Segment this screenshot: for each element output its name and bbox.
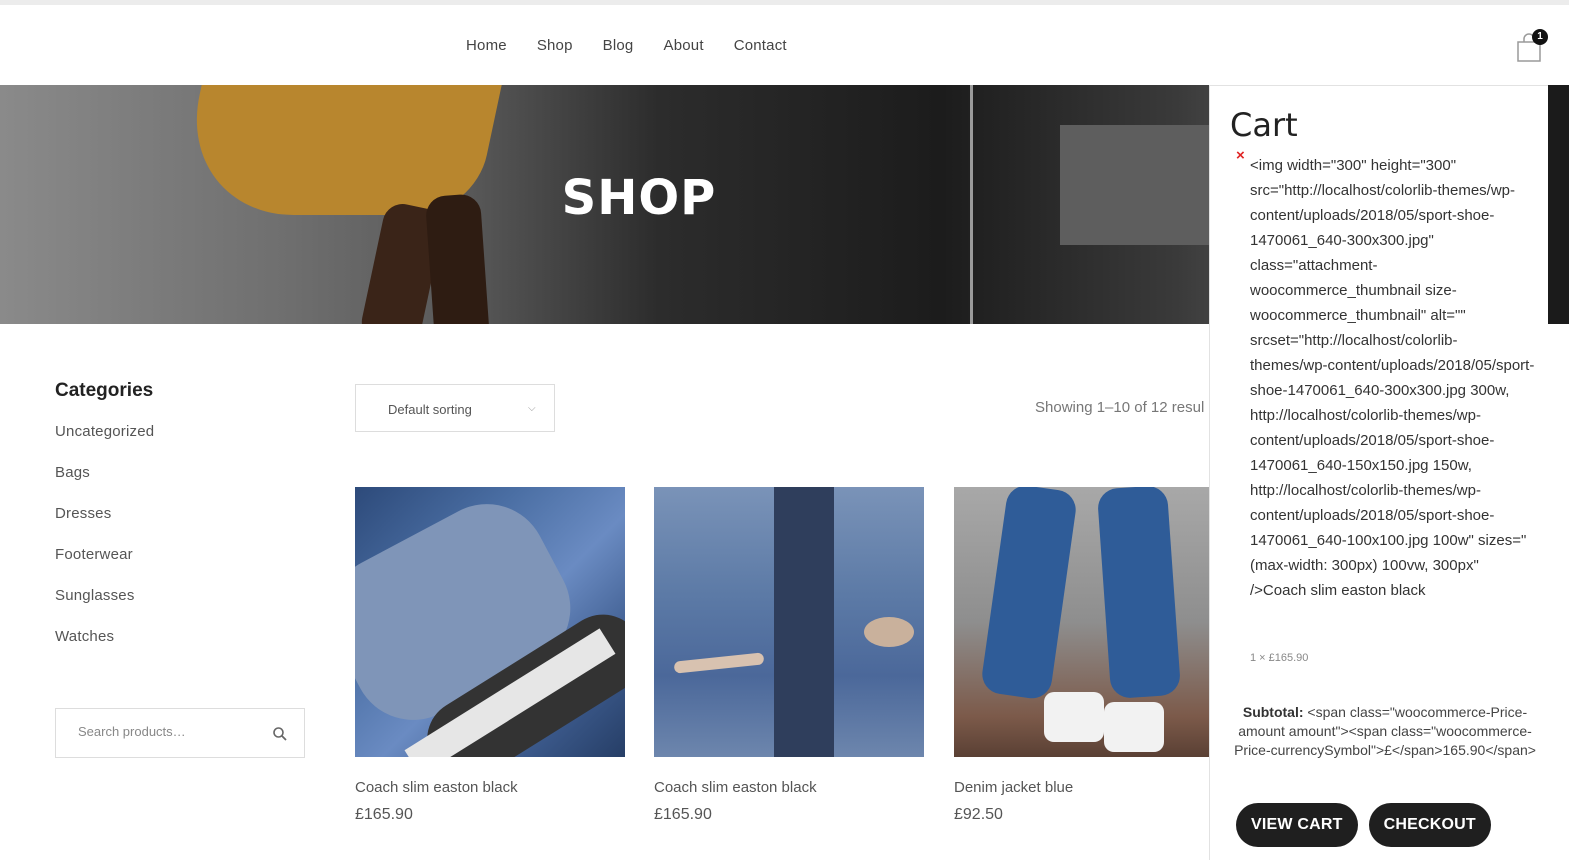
cart-actions: VIEW CART CHECKOUT: [1236, 803, 1491, 847]
nav-about[interactable]: About: [663, 37, 703, 54]
product-name[interactable]: Denim jacket blue: [954, 779, 1073, 796]
main-nav: Home Shop Blog About Contact: [466, 37, 817, 54]
product-image-shape: [1044, 692, 1104, 742]
category-dresses[interactable]: Dresses: [55, 505, 154, 546]
product-price: £165.90: [654, 806, 712, 823]
product-image-shape: [774, 487, 834, 757]
nav-shop[interactable]: Shop: [537, 37, 573, 54]
hero-edge: [1548, 85, 1569, 324]
cart-button[interactable]: 1: [1516, 29, 1548, 63]
cart-item-quantity: 1 × £165.90: [1250, 652, 1309, 664]
sorting-select[interactable]: Default sorting ⌵: [355, 384, 555, 432]
site-header: Home Shop Blog About Contact 1: [0, 5, 1569, 85]
search-input[interactable]: [78, 724, 258, 739]
chevron-down-icon: ⌵: [528, 403, 536, 414]
search-icon[interactable]: [272, 726, 288, 742]
product-image-shape: [1104, 702, 1164, 752]
category-footerwear[interactable]: Footerwear: [55, 546, 154, 587]
cart-title: Cart: [1230, 106, 1298, 144]
product-price: £165.90: [355, 806, 413, 823]
product-name[interactable]: Coach slim easton black: [654, 779, 817, 796]
product-image[interactable]: [954, 487, 1209, 757]
category-uncategorized[interactable]: Uncategorized: [55, 423, 154, 464]
subtotal-label: Subtotal:: [1242, 704, 1304, 720]
nav-contact[interactable]: Contact: [734, 37, 787, 54]
product-image-shape: [1096, 487, 1182, 700]
cart-subtotal: Subtotal: <span class="woocommerce-Price…: [1230, 703, 1540, 760]
category-watches[interactable]: Watches: [55, 628, 154, 669]
page-title: SHOP: [561, 170, 717, 226]
view-cart-button[interactable]: VIEW CART: [1236, 803, 1358, 847]
product-image-shape: [864, 617, 914, 647]
product-image-shape: [979, 487, 1079, 701]
product-card[interactable]: Denim jacket blue £92.50: [954, 487, 1224, 823]
nav-home[interactable]: Home: [466, 37, 507, 54]
checkout-button[interactable]: CHECKOUT: [1368, 803, 1491, 847]
product-image[interactable]: [654, 487, 924, 757]
product-card[interactable]: Coach slim easton black £165.90: [654, 487, 924, 823]
remove-item-icon[interactable]: ×: [1236, 147, 1245, 164]
nav-blog[interactable]: Blog: [603, 37, 634, 54]
product-image-shape: [673, 652, 765, 674]
product-image[interactable]: [355, 487, 625, 757]
categories-title: Categories: [55, 380, 154, 401]
sorting-label: Default sorting: [388, 402, 472, 417]
category-sunglasses[interactable]: Sunglasses: [55, 587, 154, 628]
category-list: Uncategorized Bags Dresses Footerwear Su…: [55, 423, 154, 669]
cart-count-badge: 1: [1532, 29, 1548, 45]
cart-item-text[interactable]: <img width="300" height="300" src="http:…: [1250, 153, 1535, 603]
result-count: Showing 1–10 of 12 resul: [1035, 399, 1205, 416]
mini-cart-panel: Cart × <img width="300" height="300" src…: [1209, 85, 1548, 860]
product-price: £92.50: [954, 806, 1003, 823]
category-bags[interactable]: Bags: [55, 464, 154, 505]
product-name[interactable]: Coach slim easton black: [355, 779, 518, 796]
product-search: [55, 708, 305, 758]
product-card[interactable]: Coach slim easton black £165.90: [355, 487, 625, 823]
